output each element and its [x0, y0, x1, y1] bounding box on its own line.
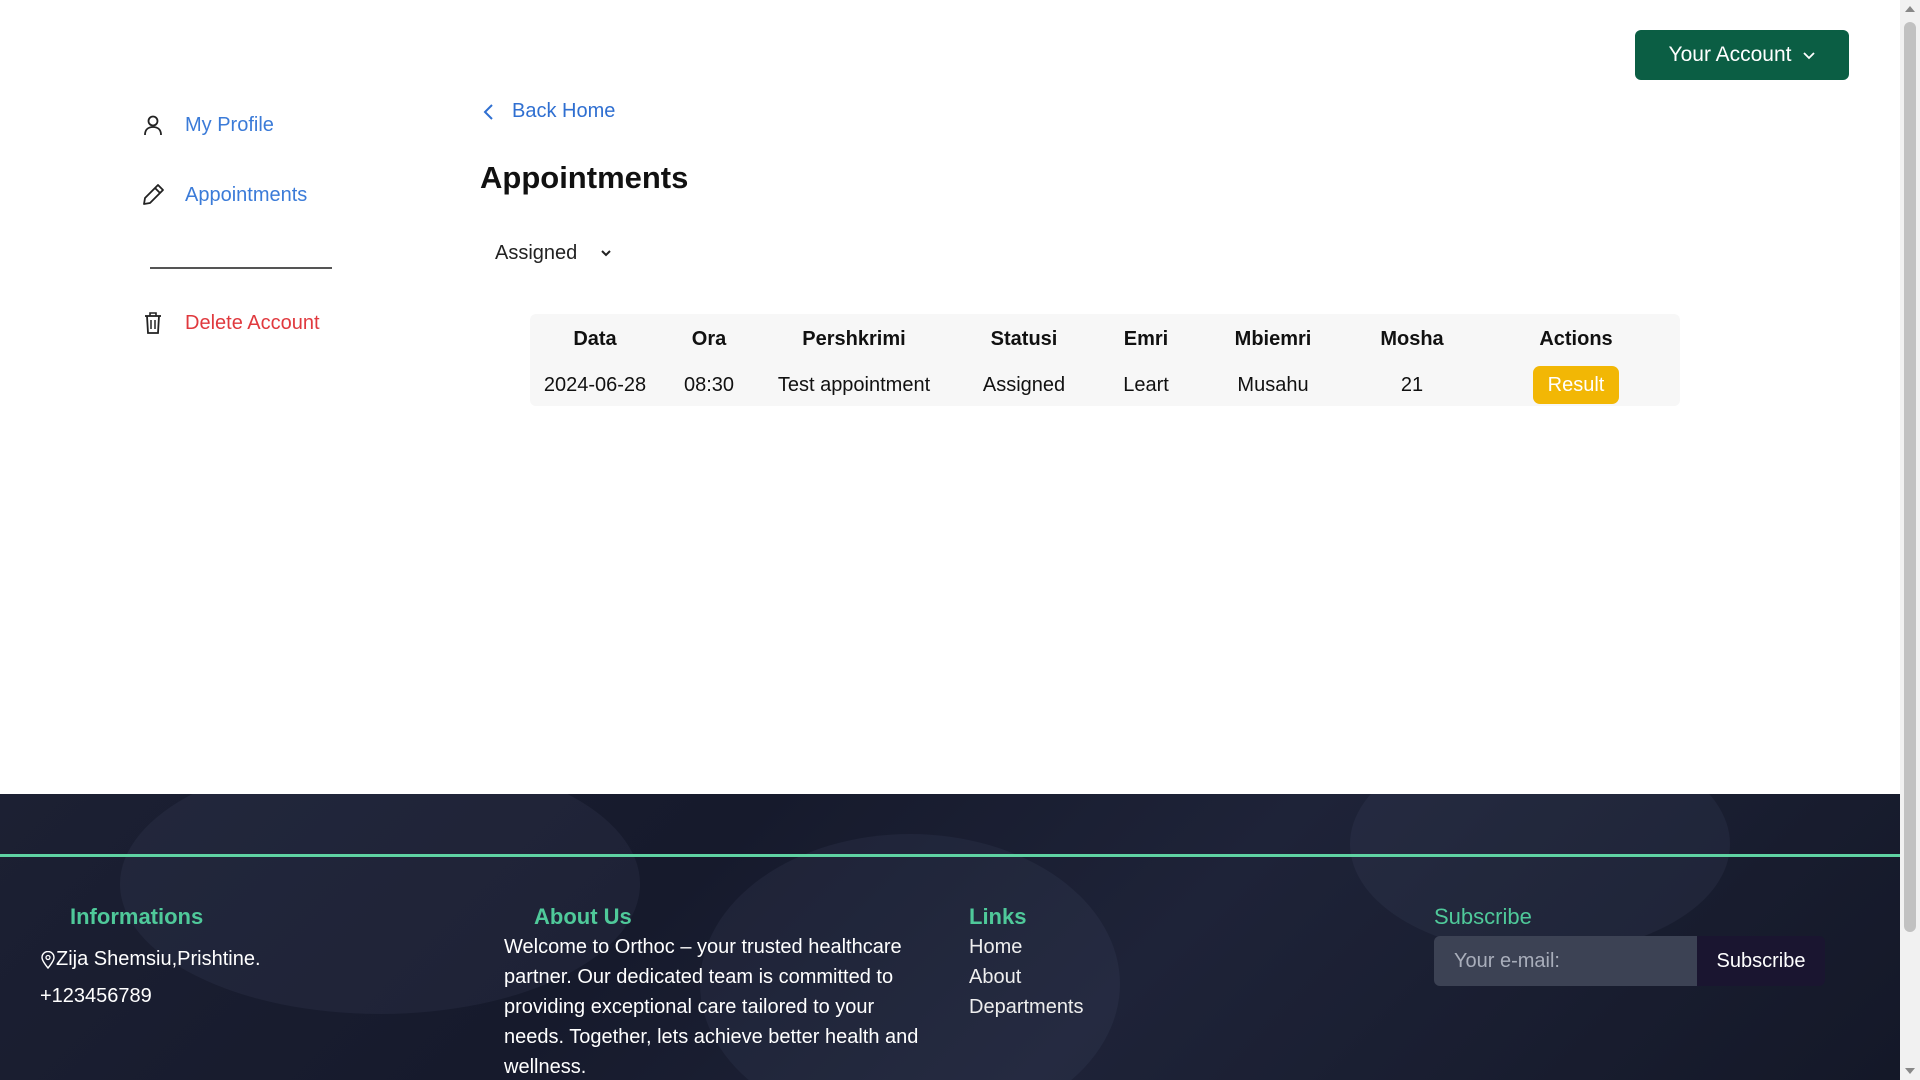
trash-icon — [138, 308, 168, 338]
sidebar-item-label: My Profile — [185, 113, 274, 136]
back-home-link[interactable]: Back Home — [480, 100, 615, 123]
column-header: Data — [573, 327, 617, 350]
cell-ora: 08:30 — [683, 373, 735, 396]
footer-about: About Us Welcome to Orthoc – your truste… — [504, 904, 934, 1080]
footer-links: Links Home About Departments — [969, 904, 1084, 1022]
pencil-icon — [138, 180, 168, 210]
cell-actions: Result — [1472, 364, 1680, 406]
table-row: 2024-06-28 08:30 Test appointment Assign… — [530, 364, 1680, 406]
scrollbar-thumb[interactable] — [1904, 22, 1916, 932]
footer-subscribe-heading: Subscribe — [1434, 904, 1532, 929]
footer-subscribe: Subscribe Subscribe — [1434, 904, 1825, 986]
footer-informations-heading: Informations — [70, 904, 204, 929]
sidebar: My Profile Appointments Delete Account — [138, 105, 378, 373]
your-account-label: Your Account — [1668, 43, 1792, 66]
footer-phone: +123456789 — [40, 985, 152, 1007]
status-filter-select[interactable]: Assigned — [480, 236, 630, 270]
sidebar-item-appointments[interactable]: Appointments — [138, 175, 378, 215]
footer-link-home[interactable]: Home — [969, 932, 1084, 962]
vertical-scrollbar[interactable] — [1900, 0, 1920, 1080]
chevron-down-icon — [601, 250, 611, 257]
column-header: Mbiemri — [1234, 327, 1312, 350]
cell-mbiemri: Musahu — [1237, 373, 1309, 396]
subscribe-form: Subscribe — [1434, 936, 1825, 986]
footer-address-text: Zija Shemsiu,Prishtine. — [56, 948, 261, 970]
column-header: Emri — [1123, 327, 1169, 350]
footer-links-heading: Links — [969, 904, 1027, 929]
footer-informations: Informations Zija Shemsiu,Prishtine. +12… — [40, 904, 261, 1022]
footer: Informations Zija Shemsiu,Prishtine. +12… — [0, 794, 1900, 1080]
footer-accent-line — [0, 854, 1900, 857]
scroll-up-arrow-icon[interactable] — [1905, 6, 1915, 12]
email-input[interactable] — [1434, 936, 1697, 986]
your-account-button[interactable]: Your Account — [1635, 30, 1849, 80]
cell-statusi: Assigned — [982, 373, 1066, 396]
location-pin-icon — [41, 950, 55, 969]
footer-link-departments[interactable]: Departments — [969, 992, 1084, 1022]
chevron-left-icon — [483, 103, 493, 120]
page-title: Appointments — [480, 160, 689, 195]
status-filter-value: Assigned — [495, 241, 578, 264]
sidebar-item-my-profile[interactable]: My Profile — [138, 105, 378, 145]
sidebar-item-label: Appointments — [185, 183, 308, 206]
cell-emri: Leart — [1123, 373, 1169, 396]
footer-link-about[interactable]: About — [969, 962, 1084, 992]
subscribe-button[interactable]: Subscribe — [1697, 936, 1825, 986]
delete-account-label: Delete Account — [185, 311, 320, 334]
footer-about-text: Welcome to Orthoc – your trusted healthc… — [504, 936, 919, 1078]
column-header: Pershkrimi — [802, 327, 906, 350]
footer-address: Zija Shemsiu,Prishtine. — [40, 948, 261, 971]
column-header: Mosha — [1380, 327, 1444, 350]
result-button[interactable]: Result — [1533, 366, 1619, 404]
back-home-label: Back Home — [512, 100, 616, 122]
footer-about-heading: About Us — [534, 904, 632, 929]
column-header: Statusi — [990, 327, 1058, 350]
chevron-down-icon — [1802, 52, 1815, 60]
scroll-down-arrow-icon[interactable] — [1905, 1068, 1915, 1074]
column-header: Ora — [691, 327, 727, 350]
cell-pershkrimi: Test appointment — [777, 373, 931, 396]
column-header: Actions — [1539, 327, 1613, 350]
delete-account-button[interactable]: Delete Account — [138, 303, 378, 343]
user-icon — [138, 110, 168, 140]
sidebar-divider — [150, 267, 332, 269]
cell-mosha: 21 — [1400, 373, 1424, 396]
table-header-row: Data Ora Pershkrimi Statusi Emri Mbiemri… — [530, 314, 1680, 364]
appointments-table: Data Ora Pershkrimi Statusi Emri Mbiemri… — [530, 314, 1680, 406]
cell-data: 2024-06-28 — [543, 373, 647, 396]
